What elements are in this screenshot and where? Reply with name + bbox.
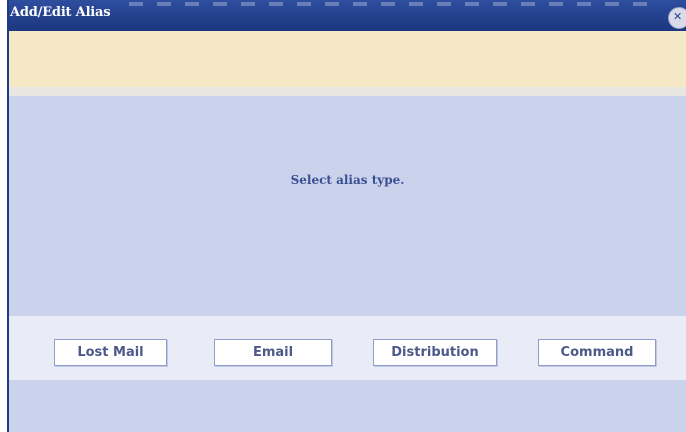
close-button[interactable]: ✕ (668, 7, 686, 29)
title-bar[interactable]: Add/Edit Alias (9, 0, 686, 31)
message-bar (9, 31, 686, 87)
alias-type-prompt: Select alias type. (290, 173, 405, 187)
title-bar-texture (129, 2, 649, 6)
distribution-button[interactable]: Distribution (373, 339, 497, 366)
separator (9, 87, 686, 96)
lost-mail-button[interactable]: Lost Mail (54, 339, 167, 366)
add-edit-alias-dialog: Add/Edit Alias ✕ Select alias type. Lost… (0, 0, 686, 432)
email-button[interactable]: Email (214, 339, 332, 366)
command-button[interactable]: Command (538, 339, 656, 366)
window-title: Add/Edit Alias (10, 5, 111, 20)
close-icon: ✕ (673, 10, 683, 23)
